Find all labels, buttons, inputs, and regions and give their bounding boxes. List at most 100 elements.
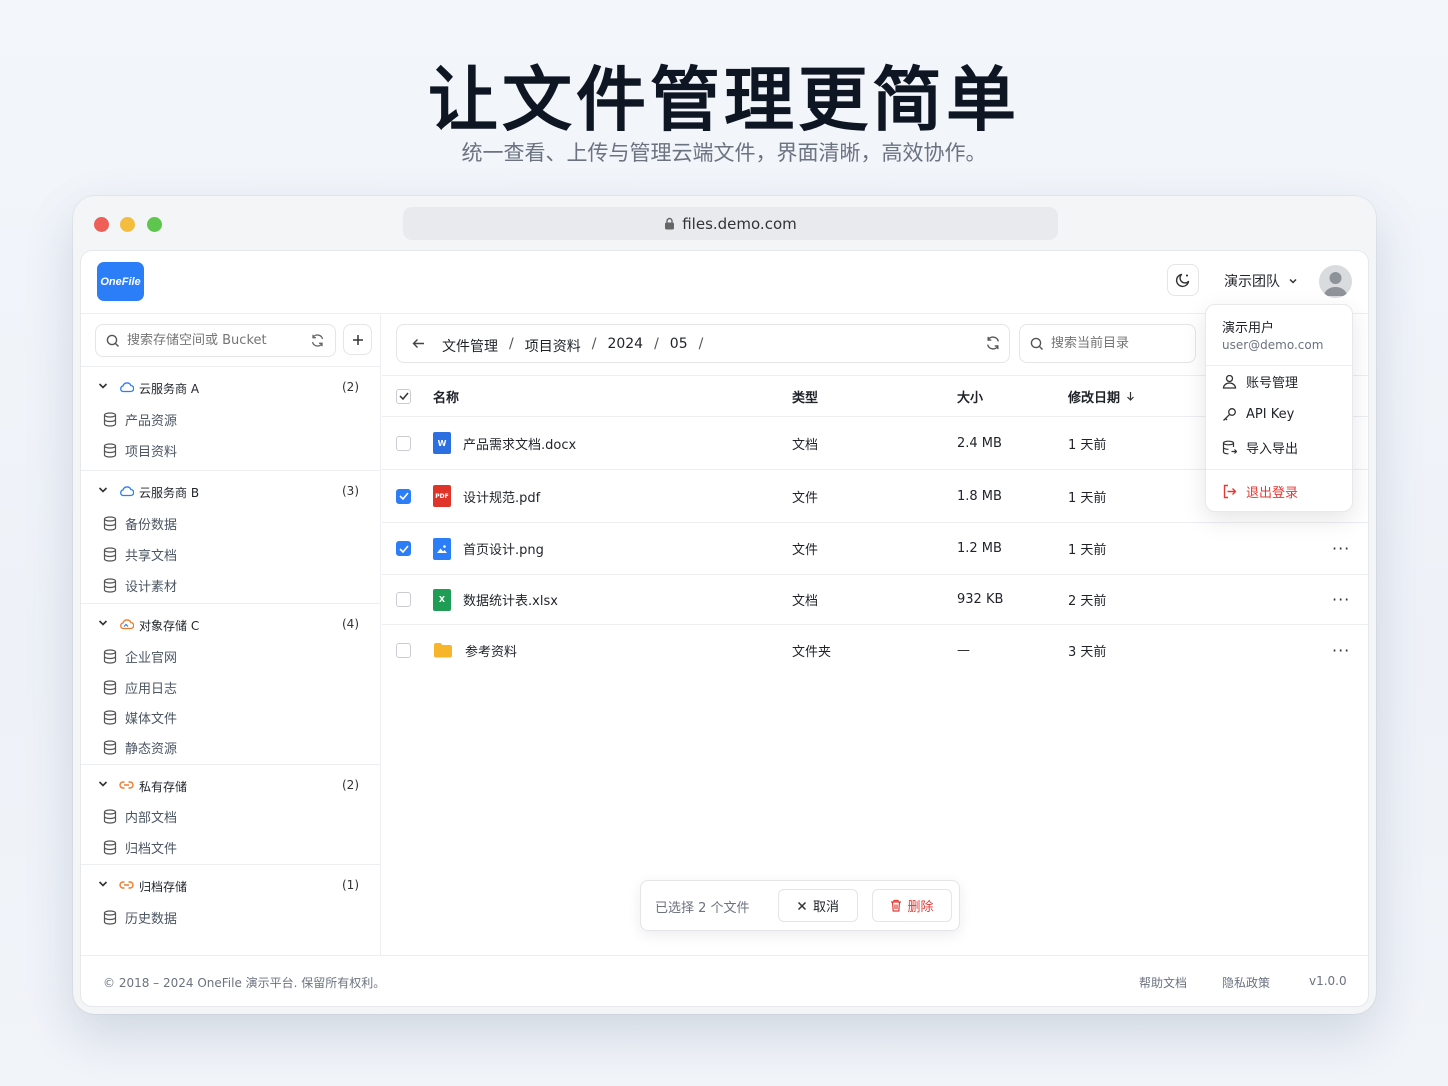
moon-icon xyxy=(1175,273,1190,288)
table-row[interactable]: 首页设计.png 文件 1.2 MB 1 天前 ··· xyxy=(382,523,1368,575)
hero-subtitle: 统一查看、上传与管理云端文件，界面清晰，高效协作。 xyxy=(461,141,987,165)
bucket-item[interactable]: 产品资源 xyxy=(103,405,177,433)
breadcrumb-separator: / xyxy=(698,336,704,352)
refresh-icon[interactable] xyxy=(310,333,325,348)
directory-search-input[interactable] xyxy=(1051,336,1181,351)
help-docs-link[interactable]: 帮助文档 xyxy=(1139,974,1187,991)
database-icon xyxy=(103,679,117,695)
close-window-dot[interactable] xyxy=(94,217,109,232)
api-key-item[interactable]: API Key xyxy=(1222,403,1294,425)
import-export-item[interactable]: 导入导出 xyxy=(1222,436,1298,458)
breadcrumb-separator: / xyxy=(591,336,597,352)
column-type[interactable]: 类型 xyxy=(792,376,818,416)
delete-selection-button[interactable]: 删除 xyxy=(872,889,952,922)
bucket-item[interactable]: 媒体文件 xyxy=(103,703,177,731)
row-checkbox[interactable] xyxy=(396,642,411,658)
row-checkbox[interactable] xyxy=(396,435,411,451)
bucket-item[interactable]: 项目资料 xyxy=(103,436,177,464)
arrow-left-icon[interactable] xyxy=(411,336,426,351)
bucket-item[interactable]: 企业官网 xyxy=(103,642,177,670)
bucket-item[interactable]: 内部文档 xyxy=(103,802,177,830)
table-row[interactable]: 参考资料 文件夹 — 3 天前 ··· xyxy=(382,625,1368,675)
sidebar: 云服务商 A (2) 产品资源 项目资料 云服务商 B (3) 备份数据 xyxy=(81,315,381,955)
provider-name: 云服务商 B xyxy=(139,486,200,500)
database-icon xyxy=(103,411,117,427)
row-checkbox[interactable] xyxy=(396,541,411,556)
row-checkbox[interactable] xyxy=(396,488,411,504)
file-size: 1.2 MB xyxy=(957,541,1002,556)
breadcrumb-item[interactable]: 文件管理 xyxy=(442,336,498,356)
browser-window: files.demo.com OneFile 演示团队 搜索存储空间或 Buck… xyxy=(73,196,1376,1014)
bucket-name: 共享文档 xyxy=(125,548,178,564)
team-switcher[interactable]: 演示团队 xyxy=(1224,271,1298,291)
bucket-search xyxy=(95,324,336,357)
bucket-name: 归档文件 xyxy=(125,841,178,857)
database-icon xyxy=(103,909,117,925)
cancel-selection-button[interactable]: 取消 xyxy=(778,889,858,922)
close-icon xyxy=(797,901,807,910)
breadcrumb-item[interactable]: 05 xyxy=(670,336,688,356)
refresh-icon[interactable] xyxy=(985,335,1001,351)
chevron-down-icon xyxy=(98,881,108,887)
sidebar-divider xyxy=(81,764,381,765)
key-icon xyxy=(1223,407,1236,421)
bucket-search-input[interactable] xyxy=(127,333,303,348)
app-logo[interactable]: OneFile xyxy=(97,262,144,301)
minimize-window-dot[interactable] xyxy=(120,217,135,232)
url-bar[interactable]: files.demo.com xyxy=(403,207,1058,240)
account-management-item[interactable]: 账号管理 xyxy=(1222,370,1298,392)
bucket-item[interactable]: 历史数据 xyxy=(103,903,177,931)
top-bar: OneFile 演示团队 xyxy=(81,251,1368,314)
row-checkbox[interactable] xyxy=(396,592,411,607)
menu-divider xyxy=(1206,365,1352,366)
menu-divider xyxy=(1206,469,1352,470)
bucket-name: 产品资源 xyxy=(125,413,178,429)
column-modified[interactable]: 修改日期 xyxy=(1068,376,1135,416)
privacy-policy-link[interactable]: 隐私政策 xyxy=(1222,974,1270,991)
image-icon xyxy=(433,537,451,560)
bucket-item[interactable]: 设计素材 xyxy=(103,571,177,599)
add-storage-button[interactable] xyxy=(343,324,372,355)
select-all-checkbox[interactable] xyxy=(396,388,411,404)
more-actions-icon[interactable]: ··· xyxy=(1332,625,1350,675)
provider-row[interactable]: 云服务商 B (3) xyxy=(81,476,381,508)
provider-row[interactable]: 私有存储 (2) xyxy=(81,770,381,802)
chevron-down-icon xyxy=(98,620,108,626)
breadcrumb-item[interactable]: 2024 xyxy=(607,336,643,356)
logout-icon xyxy=(1223,484,1237,498)
provider-row[interactable]: 对象存储 C (4) xyxy=(81,609,381,641)
file-name: 数据统计表.xlsx xyxy=(463,594,558,609)
column-name[interactable]: 名称 xyxy=(433,376,459,416)
bucket-item[interactable]: 归档文件 xyxy=(103,833,177,861)
logout-item[interactable]: 退出登录 xyxy=(1222,480,1298,502)
user-email: user@demo.com xyxy=(1222,338,1324,352)
chevron-down-icon xyxy=(1289,278,1297,284)
bucket-name: 企业官网 xyxy=(125,650,178,666)
provider-name: 对象存储 C xyxy=(139,619,200,633)
column-size[interactable]: 大小 xyxy=(957,376,983,416)
maximize-window-dot[interactable] xyxy=(147,217,162,232)
user-avatar[interactable] xyxy=(1319,265,1352,298)
user-menu: 演示用户 user@demo.com 账号管理 API Key 导入导出 退出登… xyxy=(1205,304,1353,512)
provider-row[interactable]: 云服务商 A (2) xyxy=(81,372,381,404)
bucket-name: 设计素材 xyxy=(125,579,178,595)
bucket-item[interactable]: 静态资源 xyxy=(103,733,177,761)
bucket-item[interactable]: 备份数据 xyxy=(103,509,177,537)
sidebar-divider xyxy=(81,864,381,865)
breadcrumb-item[interactable]: 项目资料 xyxy=(525,336,581,356)
bucket-item[interactable]: 共享文档 xyxy=(103,540,177,568)
link-icon xyxy=(119,781,134,789)
bucket-item[interactable]: 应用日志 xyxy=(103,673,177,701)
url-text: files.demo.com xyxy=(682,214,797,233)
file-modified: 3 天前 xyxy=(1068,644,1107,660)
database-icon xyxy=(103,515,117,531)
file-modified: 1 天前 xyxy=(1068,437,1107,453)
table-row[interactable]: X 数据统计表.xlsx 文档 932 KB 2 天前 ··· xyxy=(382,575,1368,625)
theme-toggle-button[interactable] xyxy=(1167,264,1199,296)
provider-row[interactable]: 归档存储 (1) xyxy=(81,870,381,902)
link-icon xyxy=(119,881,134,889)
sidebar-divider xyxy=(81,470,381,471)
file-size: 932 KB xyxy=(957,592,1004,607)
more-actions-icon[interactable]: ··· xyxy=(1332,523,1350,574)
more-actions-icon[interactable]: ··· xyxy=(1332,575,1350,624)
